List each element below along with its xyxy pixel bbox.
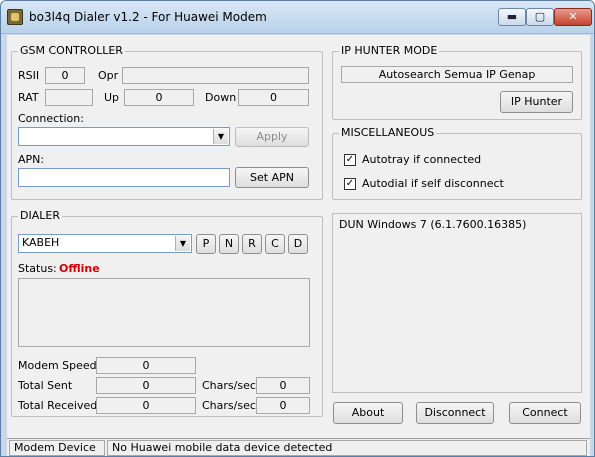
apn-label: APN: bbox=[18, 153, 45, 166]
apn-input[interactable] bbox=[18, 168, 230, 187]
dial-p-button[interactable]: P bbox=[196, 234, 216, 254]
down-value: 0 bbox=[238, 89, 309, 106]
status-label: Status: bbox=[18, 262, 57, 275]
disconnect-button[interactable]: Disconnect bbox=[416, 402, 494, 424]
set-apn-button[interactable]: Set APN bbox=[235, 167, 309, 188]
close-button[interactable]: ✕ bbox=[554, 8, 592, 26]
sent-rate-value: 0 bbox=[256, 377, 310, 394]
ip-hunter-group: IP HUNTER MODE Autosearch Semua IP Genap… bbox=[332, 44, 582, 120]
autodial-checkbox[interactable]: ✓ bbox=[344, 178, 356, 190]
miscellaneous-group: MISCELLANEOUS ✓ Autotray if connected ✓ … bbox=[332, 126, 582, 200]
chevron-down-icon[interactable]: ▼ bbox=[175, 236, 190, 251]
autodial-label[interactable]: Autodial if self disconnect bbox=[362, 177, 504, 190]
up-value: 0 bbox=[124, 89, 194, 106]
dialer-group: DIALER KABEH ▼ P N R C D Status: Offline… bbox=[11, 209, 323, 417]
dial-r-button[interactable]: R bbox=[242, 234, 262, 254]
info-text: DUN Windows 7 (6.1.7600.16385) bbox=[339, 218, 527, 231]
rat-value bbox=[45, 89, 93, 106]
status-value: Offline bbox=[59, 262, 100, 275]
miscellaneous-title: MISCELLANEOUS bbox=[339, 126, 437, 139]
recv-rate-label: Chars/sec bbox=[202, 399, 256, 412]
down-label: Down bbox=[205, 91, 237, 104]
window-title: bo3l4q Dialer v1.2 - For Huawei Modem bbox=[29, 10, 267, 24]
autotray-checkbox[interactable]: ✓ bbox=[344, 154, 356, 166]
status-bar: Modem Device No Huawei mobile data devic… bbox=[7, 438, 590, 456]
dial-c-button[interactable]: C bbox=[265, 234, 285, 254]
apply-button[interactable]: Apply bbox=[235, 127, 309, 147]
dialer-log-panel bbox=[18, 278, 310, 347]
rssi-label: RSII bbox=[18, 69, 40, 82]
info-panel: DUN Windows 7 (6.1.7600.16385) bbox=[332, 213, 582, 393]
ip-hunter-mode: Autosearch Semua IP Genap bbox=[341, 66, 573, 83]
gsm-controller-group: GSM CONTROLLER RSII 0 Opr RAT Up 0 Down … bbox=[11, 44, 323, 200]
total-sent-value: 0 bbox=[96, 377, 196, 394]
title-bar: bo3l4q Dialer v1.2 - For Huawei Modem ▬ … bbox=[1, 1, 594, 34]
modem-speed-value: 0 bbox=[96, 357, 196, 374]
about-button[interactable]: About bbox=[333, 402, 403, 424]
minimize-button[interactable]: ▬ bbox=[498, 8, 526, 26]
sent-rate-label: Chars/sec bbox=[202, 379, 256, 392]
maximize-button[interactable]: ▢ bbox=[526, 8, 554, 26]
rssi-value: 0 bbox=[45, 67, 85, 84]
client-area: GSM CONTROLLER RSII 0 Opr RAT Up 0 Down … bbox=[7, 35, 590, 438]
modem-device-label: Modem Device bbox=[9, 440, 105, 456]
dial-d-button[interactable]: D bbox=[288, 234, 308, 254]
chevron-down-icon[interactable]: ▼ bbox=[213, 129, 228, 144]
rat-label: RAT bbox=[18, 91, 39, 104]
dialer-title: DIALER bbox=[18, 209, 62, 222]
app-icon bbox=[7, 9, 23, 25]
up-label: Up bbox=[104, 91, 120, 104]
ip-hunter-title: IP HUNTER MODE bbox=[339, 44, 440, 57]
profile-combo-value: KABEH bbox=[22, 236, 60, 249]
total-received-value: 0 bbox=[96, 397, 196, 414]
connection-combo[interactable]: ▼ bbox=[18, 127, 230, 146]
opr-value bbox=[122, 67, 309, 84]
recv-rate-value: 0 bbox=[256, 397, 310, 414]
profile-combo[interactable]: KABEH ▼ bbox=[18, 234, 192, 253]
ip-hunter-button[interactable]: IP Hunter bbox=[500, 91, 573, 113]
dial-n-button[interactable]: N bbox=[219, 234, 239, 254]
total-received-label: Total Received bbox=[18, 399, 98, 412]
dialer-window: bo3l4q Dialer v1.2 - For Huawei Modem ▬ … bbox=[0, 0, 595, 457]
opr-label: Opr bbox=[98, 69, 119, 82]
gsm-controller-title: GSM CONTROLLER bbox=[18, 44, 125, 57]
autotray-label[interactable]: Autotray if connected bbox=[362, 153, 481, 166]
total-sent-label: Total Sent bbox=[18, 379, 73, 392]
modem-speed-label: Modem Speed bbox=[18, 359, 97, 372]
connection-label: Connection: bbox=[18, 112, 84, 125]
status-message: No Huawei mobile data device detected bbox=[107, 440, 587, 456]
connect-button[interactable]: Connect bbox=[509, 402, 581, 424]
